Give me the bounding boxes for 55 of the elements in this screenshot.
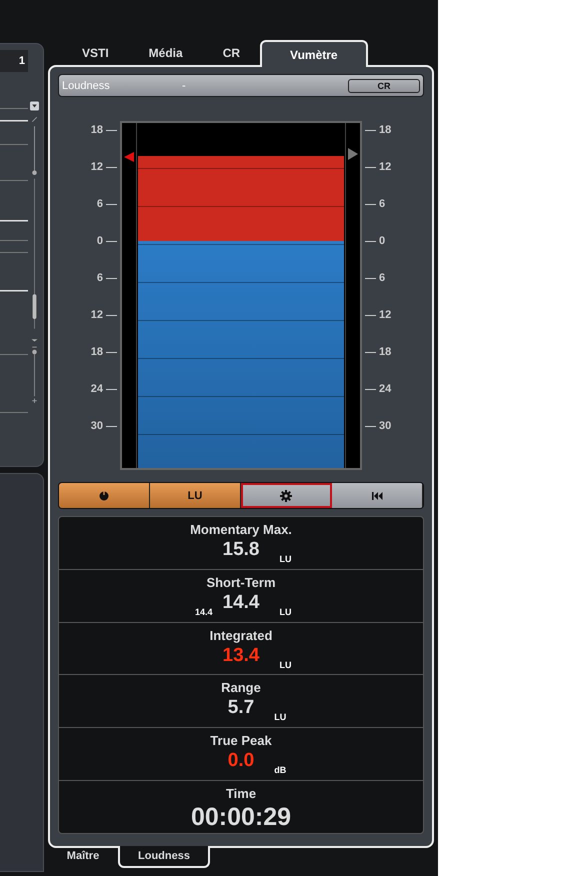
scale-label: 6 [96, 198, 117, 210]
reading-label: Time [226, 786, 256, 802]
reading-value: 14.4 [222, 592, 260, 613]
reading-label: Short-Term [206, 574, 276, 590]
reading-unit: LU [279, 660, 292, 670]
scale-label: 0 [96, 235, 117, 247]
reset-button[interactable] [332, 483, 423, 508]
scale-label: 30 [365, 420, 392, 432]
track-name: 1 [0, 50, 28, 72]
scale-label: 6 [365, 272, 386, 284]
reading-unit: dB [274, 765, 286, 776]
scale-label: 18 [365, 346, 392, 358]
reading-value: 13.4 [222, 644, 260, 666]
scale-label: 6 [96, 272, 117, 284]
power-icon [99, 490, 109, 500]
scale-label: 24 [90, 383, 117, 395]
scale-label: 18 [90, 346, 117, 358]
tab[interactable]: Maître [48, 846, 118, 866]
reading-label: Integrated [210, 628, 272, 643]
scale-label: 12 [365, 309, 392, 321]
reading-value: 0.0 [228, 750, 254, 772]
reading-sub-value: 14.4 [194, 606, 212, 617]
scale-label: 0 [365, 235, 386, 247]
header-title: Loudness [62, 80, 111, 92]
skip-back-icon [372, 492, 382, 500]
peak-marker-icon [124, 152, 134, 162]
marker-icon [348, 148, 358, 160]
tab[interactable]: Loudness [118, 846, 210, 868]
settings-icon [280, 490, 292, 502]
scale-label: 30 [90, 420, 117, 432]
reading-unit: LU [279, 606, 292, 617]
tab[interactable]: CR [202, 41, 260, 65]
unit-button[interactable]: LU [150, 483, 241, 508]
reading-value: 15.8 [222, 539, 260, 560]
scale-label: 24 [365, 383, 392, 395]
cr-button[interactable]: CR [348, 78, 420, 92]
reading-label: True Peak [210, 733, 272, 748]
reading-label: Momentary Max. [190, 522, 292, 537]
header-value: - [182, 80, 187, 92]
reading-unit: LU [274, 712, 286, 722]
tab[interactable]: Vumètre [260, 40, 368, 67]
reading-unit: LU [279, 554, 292, 564]
power-button[interactable] [59, 483, 150, 508]
reading-label: Range [221, 680, 261, 696]
reading-value: 00:00:29 [190, 803, 292, 832]
scale-label: 18 [365, 124, 392, 136]
scale-label: 18 [90, 124, 117, 136]
tab[interactable]: VSTI [62, 41, 129, 65]
reading-value: 5.7 [228, 697, 254, 718]
scale-label: 12 [90, 309, 117, 321]
scale-label: 12 [90, 161, 117, 173]
scale-label: 12 [365, 161, 392, 173]
settings-button[interactable] [241, 483, 332, 508]
tab[interactable]: Média [128, 41, 203, 65]
scale-label: 6 [365, 198, 386, 210]
